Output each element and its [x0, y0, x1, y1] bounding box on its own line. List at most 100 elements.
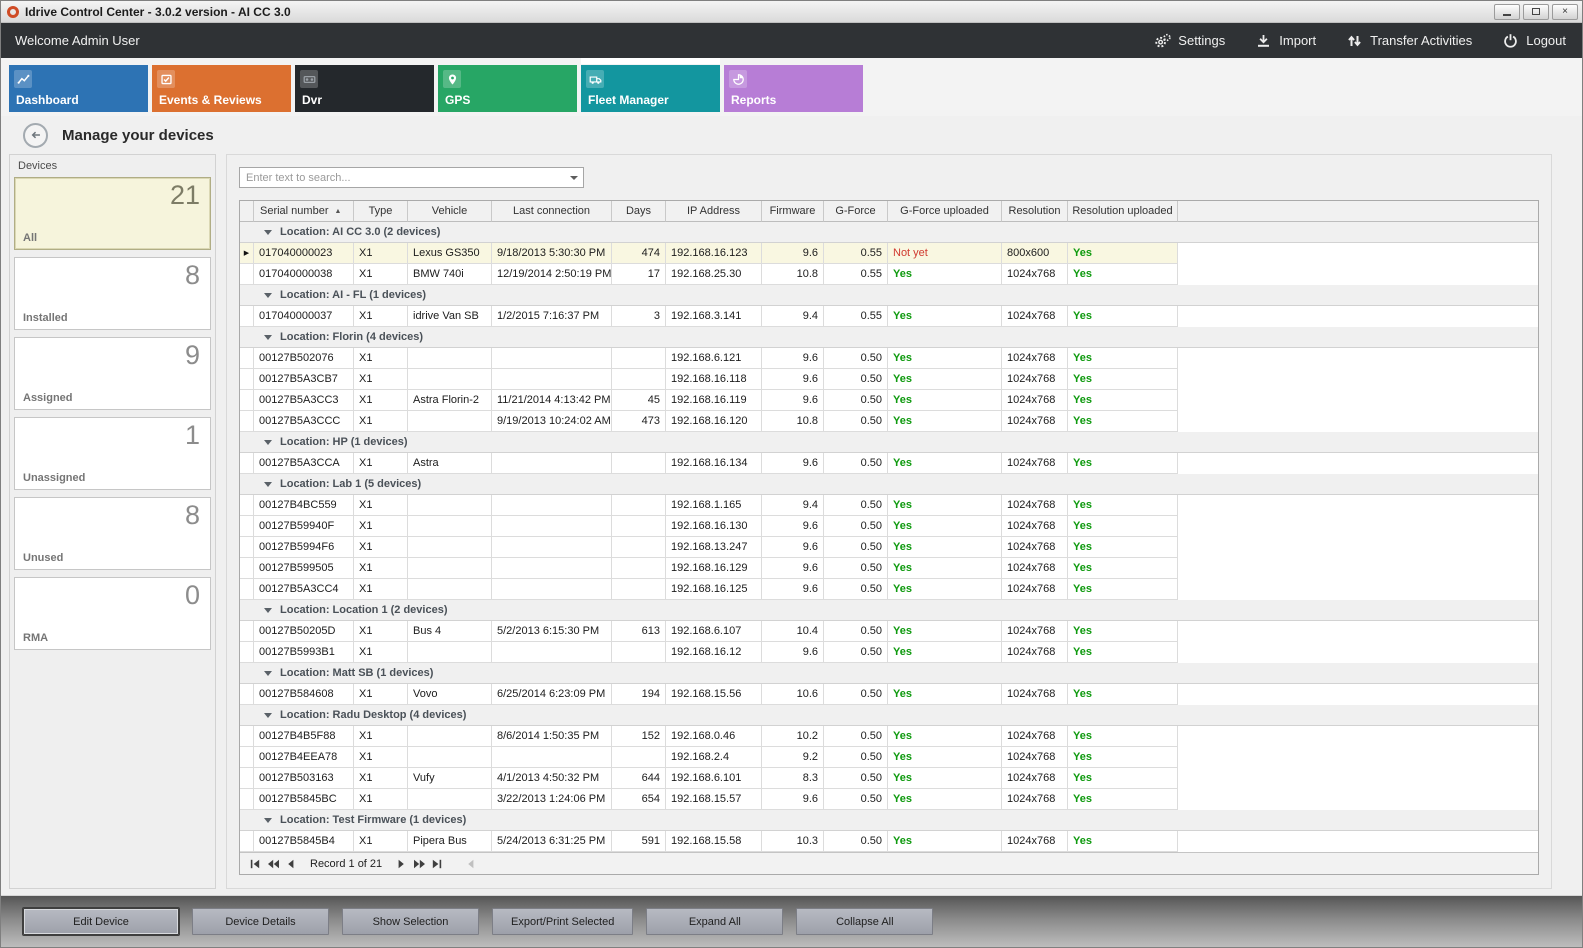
cell-last-connection[interactable]	[492, 642, 612, 663]
cell-resolution[interactable]: 1024x768	[1002, 831, 1068, 852]
cell-vehicle[interactable]	[408, 348, 492, 369]
cell-last-connection[interactable]	[492, 453, 612, 474]
cell-g-force[interactable]: 0.50	[824, 516, 888, 537]
cell-g-force[interactable]: 0.55	[824, 264, 888, 285]
cell-firmware[interactable]: 10.2	[762, 726, 824, 747]
cell-serial[interactable]: 00127B5993B1	[254, 642, 354, 663]
cell-g-force-uploaded[interactable]: Yes	[888, 369, 1002, 390]
cell-resolution-uploaded[interactable]: Yes	[1068, 264, 1178, 285]
cell-resolution-uploaded[interactable]: Yes	[1068, 789, 1178, 810]
group-collapse-icon[interactable]	[264, 293, 272, 298]
cell-resolution[interactable]: 1024x768	[1002, 684, 1068, 705]
group-collapse-icon[interactable]	[264, 440, 272, 445]
cell-g-force[interactable]: 0.50	[824, 453, 888, 474]
cell-g-force[interactable]: 0.55	[824, 243, 888, 264]
expand-all-button[interactable]: Expand All	[646, 908, 783, 935]
cell-ip-address[interactable]: 192.168.2.4	[666, 747, 762, 768]
cell-ip-address[interactable]: 192.168.1.165	[666, 495, 762, 516]
cell-resolution-uploaded[interactable]: Yes	[1068, 369, 1178, 390]
cell-serial[interactable]: 00127B5A3CCA	[254, 453, 354, 474]
cell-last-connection[interactable]	[492, 495, 612, 516]
cell-g-force[interactable]: 0.50	[824, 369, 888, 390]
cell-g-force-uploaded[interactable]: Yes	[888, 537, 1002, 558]
cell-resolution[interactable]: 1024x768	[1002, 369, 1068, 390]
group-collapse-icon[interactable]	[264, 671, 272, 676]
topbar-action-settings[interactable]: Settings	[1154, 33, 1225, 49]
first-record-button[interactable]	[246, 853, 264, 874]
cell-resolution[interactable]: 1024x768	[1002, 264, 1068, 285]
cell-firmware[interactable]: 10.6	[762, 684, 824, 705]
group-collapse-icon[interactable]	[264, 230, 272, 235]
cell-ip-address[interactable]: 192.168.16.12	[666, 642, 762, 663]
cell-g-force-uploaded[interactable]: Yes	[888, 558, 1002, 579]
cell-g-force-uploaded[interactable]: Yes	[888, 642, 1002, 663]
cell-type[interactable]: X1	[354, 264, 408, 285]
cell-ip-address[interactable]: 192.168.16.119	[666, 390, 762, 411]
cell-g-force[interactable]: 0.50	[824, 495, 888, 516]
group-collapse-icon[interactable]	[264, 482, 272, 487]
cell-g-force-uploaded[interactable]: Yes	[888, 390, 1002, 411]
cell-resolution[interactable]: 1024x768	[1002, 768, 1068, 789]
cell-resolution[interactable]: 1024x768	[1002, 306, 1068, 327]
cell-firmware[interactable]: 9.6	[762, 642, 824, 663]
cell-ip-address[interactable]: 192.168.6.107	[666, 621, 762, 642]
location-group-row[interactable]: Location: Radu Desktop (4 devices)	[240, 705, 1538, 726]
cell-resolution[interactable]: 1024x768	[1002, 537, 1068, 558]
cell-g-force[interactable]: 0.50	[824, 768, 888, 789]
search-input[interactable]	[240, 172, 565, 184]
cell-firmware[interactable]: 9.6	[762, 453, 824, 474]
cell-days[interactable]: 474	[612, 243, 666, 264]
cell-serial[interactable]: 00127B5A3CCC	[254, 411, 354, 432]
column-header-g-force[interactable]: G-Force	[824, 201, 888, 222]
cell-resolution[interactable]: 1024x768	[1002, 390, 1068, 411]
cell-vehicle[interactable]	[408, 369, 492, 390]
cell-type[interactable]: X1	[354, 390, 408, 411]
cell-last-connection[interactable]: 12/19/2014 2:50:19 PM	[492, 264, 612, 285]
cell-days[interactable]: 152	[612, 726, 666, 747]
cell-g-force[interactable]: 0.50	[824, 537, 888, 558]
cell-type[interactable]: X1	[354, 516, 408, 537]
cell-g-force-uploaded[interactable]: Yes	[888, 579, 1002, 600]
cell-vehicle[interactable]	[408, 516, 492, 537]
group-collapse-icon[interactable]	[264, 608, 272, 613]
cell-ip-address[interactable]: 192.168.16.125	[666, 579, 762, 600]
column-header-serial-number[interactable]: Serial number▲	[254, 201, 354, 222]
location-group-row[interactable]: Location: Florin (4 devices)	[240, 327, 1538, 348]
cell-days[interactable]	[612, 642, 666, 663]
cell-firmware[interactable]: 9.6	[762, 516, 824, 537]
cell-type[interactable]: X1	[354, 495, 408, 516]
cell-resolution[interactable]: 1024x768	[1002, 642, 1068, 663]
cell-days[interactable]: 45	[612, 390, 666, 411]
cell-firmware[interactable]: 9.6	[762, 789, 824, 810]
cell-vehicle[interactable]: Vovo	[408, 684, 492, 705]
tab-dashboard[interactable]: Dashboard	[9, 65, 148, 112]
cell-resolution-uploaded[interactable]: Yes	[1068, 558, 1178, 579]
maximize-button[interactable]	[1523, 4, 1549, 20]
cell-days[interactable]: 591	[612, 831, 666, 852]
cell-ip-address[interactable]: 192.168.16.120	[666, 411, 762, 432]
cell-days[interactable]	[612, 495, 666, 516]
cell-days[interactable]: 654	[612, 789, 666, 810]
cell-serial[interactable]: 00127B4EEA78	[254, 747, 354, 768]
cell-g-force[interactable]: 0.50	[824, 789, 888, 810]
group-collapse-icon[interactable]	[264, 335, 272, 340]
cell-serial[interactable]: 00127B50205D	[254, 621, 354, 642]
show-selection-button[interactable]: Show Selection	[342, 908, 479, 935]
cell-days[interactable]: 3	[612, 306, 666, 327]
cell-type[interactable]: X1	[354, 747, 408, 768]
cell-resolution-uploaded[interactable]: Yes	[1068, 348, 1178, 369]
topbar-action-logout[interactable]: Logout	[1502, 33, 1566, 49]
cell-resolution[interactable]: 1024x768	[1002, 411, 1068, 432]
cell-resolution[interactable]: 1024x768	[1002, 453, 1068, 474]
cell-days[interactable]	[612, 579, 666, 600]
cell-days[interactable]	[612, 453, 666, 474]
cell-serial[interactable]: 00127B5A3CB7	[254, 369, 354, 390]
cell-firmware[interactable]: 9.6	[762, 579, 824, 600]
cell-g-force-uploaded[interactable]: Yes	[888, 348, 1002, 369]
cell-serial[interactable]: 00127B5994F6	[254, 537, 354, 558]
cell-serial[interactable]: 00127B599505	[254, 558, 354, 579]
filter-card-unassigned[interactable]: 1Unassigned	[14, 417, 211, 490]
cell-last-connection[interactable]	[492, 537, 612, 558]
cell-g-force-uploaded[interactable]: Yes	[888, 747, 1002, 768]
cell-resolution[interactable]: 1024x768	[1002, 747, 1068, 768]
